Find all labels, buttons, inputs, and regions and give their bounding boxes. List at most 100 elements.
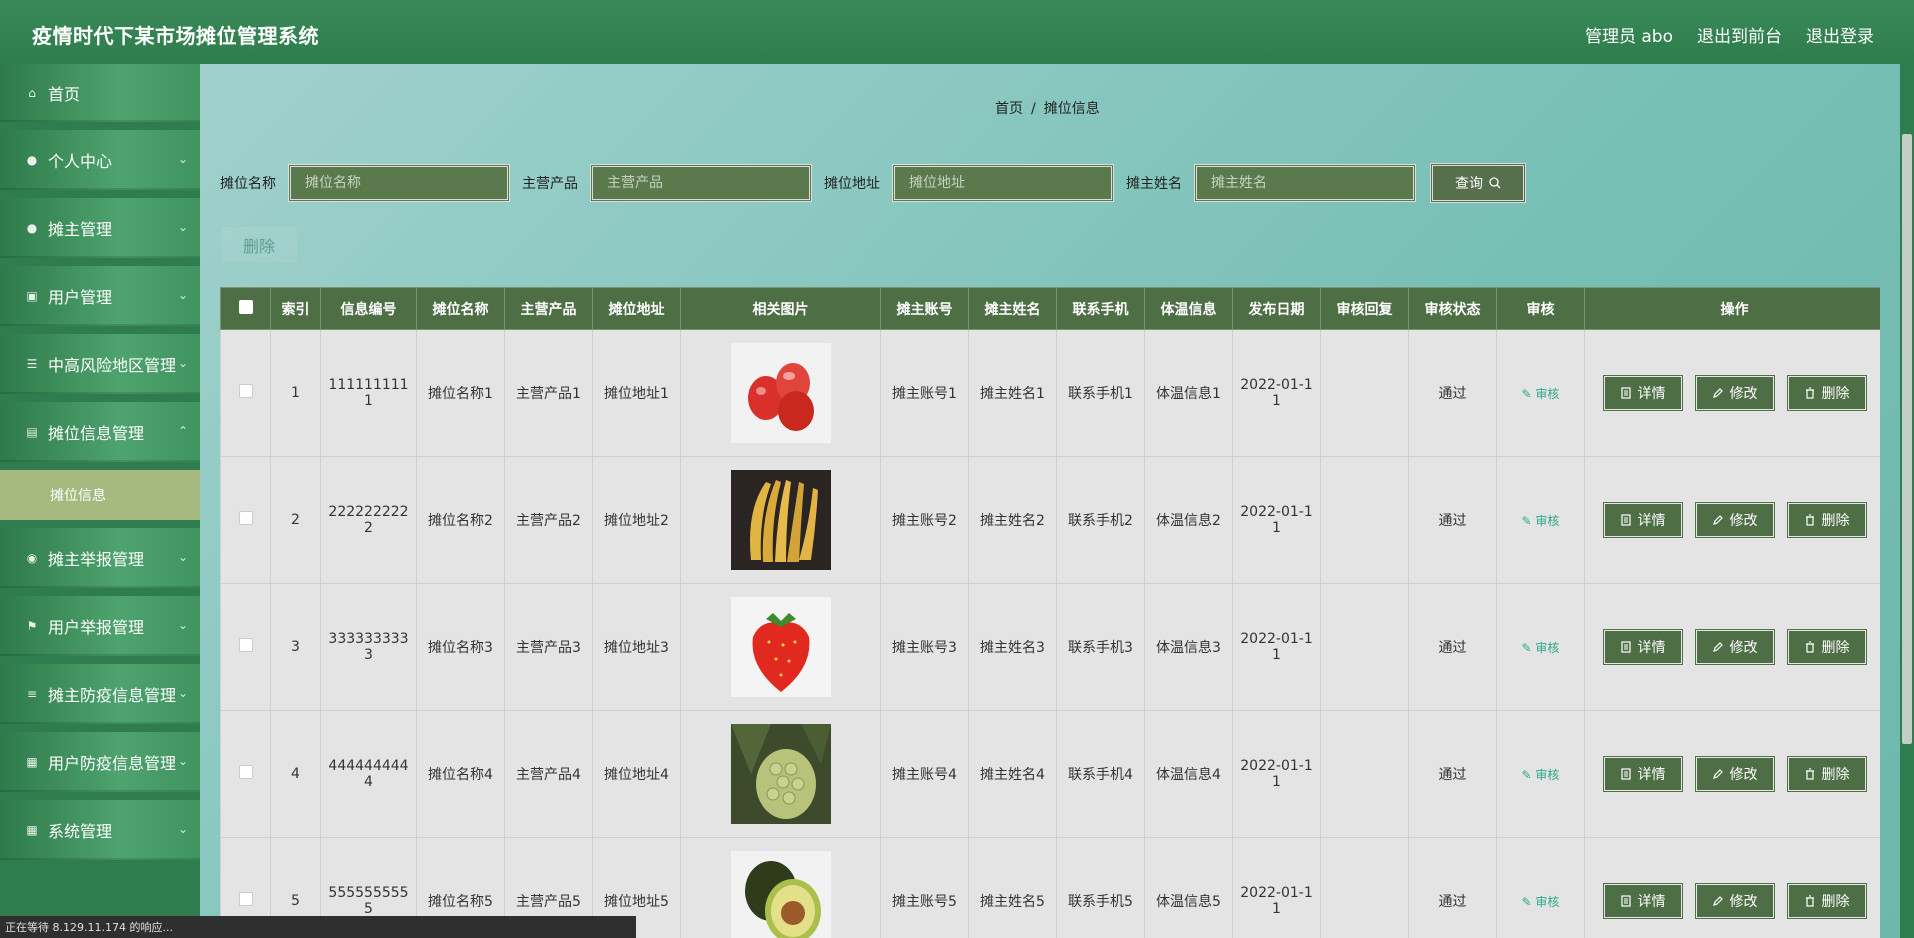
cell-temperature: 体温信息3	[1144, 583, 1233, 711]
cell-temperature: 体温信息4	[1144, 710, 1233, 838]
scrollbar-thumb[interactable]	[1902, 134, 1912, 744]
edit-button[interactable]: 修改	[1693, 374, 1776, 412]
custard-apple-image	[730, 724, 831, 824]
main-product-label: 主营产品	[522, 176, 578, 192]
sidebar-item-user-report-management[interactable]: ⚑ 用户举报管理 ⌄	[0, 596, 200, 656]
row-checkbox[interactable]	[238, 384, 253, 398]
delete-button[interactable]: 删除	[1785, 374, 1868, 412]
stall-name-input[interactable]	[288, 164, 510, 202]
delete-button[interactable]: 删除	[1785, 755, 1868, 793]
column-header: 摊主姓名	[968, 287, 1057, 330]
grid-icon: ▦	[26, 755, 38, 769]
column-header: 摊位地址	[592, 287, 681, 330]
edit-button-label: 修改	[1729, 513, 1758, 529]
sidebar-item-user-management[interactable]: ▣ 用户管理 ⌄	[0, 266, 200, 326]
select-all-header[interactable]	[220, 287, 271, 330]
audit-link[interactable]: ✎ 审核	[1522, 514, 1560, 528]
sidebar-subitem-stall-info[interactable]: 摊位信息	[0, 470, 200, 520]
sidebar-item-risk-area-management[interactable]: ☰ 中高风险地区管理 ⌄	[0, 334, 200, 394]
owner-name-input[interactable]	[1194, 164, 1416, 202]
breadcrumb-home[interactable]: 首页	[995, 101, 1023, 117]
sidebar-item-personal-center[interactable]: ● 个人中心 ⌄	[0, 130, 200, 190]
cell-product: 主营产品4	[504, 710, 593, 838]
query-button[interactable]: 查询	[1430, 163, 1526, 203]
sidebar-item-label: 用户防疫信息管理	[48, 754, 177, 773]
chevron-down-icon: ⌄	[177, 686, 188, 700]
row-checkbox[interactable]	[238, 638, 253, 652]
banana-image	[730, 470, 831, 570]
cell-code: 3333333333	[320, 583, 417, 711]
cell-reply	[1320, 329, 1409, 457]
page-scrollbar[interactable]	[1900, 64, 1914, 938]
delete-button[interactable]: 删除	[1785, 628, 1868, 666]
clipboard-icon: ▤	[26, 425, 38, 439]
cell-temperature: 体温信息5	[1144, 837, 1233, 938]
sidebar-subitem-label: 摊位信息	[50, 488, 106, 504]
stall-address-label: 摊位地址	[824, 176, 880, 192]
cell-stall-name: 摊位名称1	[416, 329, 505, 457]
delete-button-label: 删除	[1821, 513, 1850, 529]
cell-date: 2022-01-11	[1232, 837, 1321, 938]
detail-button[interactable]: 详情	[1601, 501, 1684, 539]
cell-owner: 摊主姓名1	[968, 329, 1057, 457]
delete-button-label: 删除	[1821, 386, 1850, 402]
sidebar-item-owner-epidemic-management[interactable]: ≡ 摊主防疫信息管理 ⌄	[0, 664, 200, 724]
back-to-frontend-link[interactable]: 退出到前台	[1697, 22, 1782, 47]
edit-button[interactable]: 修改	[1693, 501, 1776, 539]
top-bar: 疫情时代下某市场摊位管理系统 管理员 abo 退出到前台 退出登录	[0, 0, 1914, 64]
cell-phone: 联系手机1	[1056, 329, 1145, 457]
audit-link[interactable]: ✎ 审核	[1522, 895, 1560, 909]
document-icon	[1620, 895, 1631, 907]
detail-button[interactable]: 详情	[1601, 882, 1684, 920]
home-icon: ⌂	[28, 86, 36, 100]
row-checkbox[interactable]	[238, 892, 253, 906]
row-checkbox[interactable]	[238, 765, 253, 779]
column-header: 操作	[1584, 287, 1880, 330]
sidebar: ⌂ 首页 ● 个人中心 ⌄ ● 摊主管理 ⌄ ▣ 用户管理 ⌄ ☰ 中高风险地区…	[0, 64, 200, 938]
cell-reply	[1320, 837, 1409, 938]
cell-audit: ✎ 审核	[1496, 837, 1585, 938]
cell-owner: 摊主姓名5	[968, 837, 1057, 938]
row-checkbox[interactable]	[238, 511, 253, 525]
cell-stall-name: 摊位名称2	[416, 456, 505, 584]
flag-icon: ⚑	[26, 619, 38, 633]
query-button-label: 查询	[1455, 176, 1483, 192]
audit-link[interactable]: ✎ 审核	[1522, 387, 1560, 401]
edit-button[interactable]: 修改	[1693, 628, 1776, 666]
row-select-cell[interactable]	[220, 329, 271, 457]
cell-product: 主营产品2	[504, 456, 593, 584]
cell-reply	[1320, 456, 1409, 584]
audit-link[interactable]: ✎ 审核	[1522, 768, 1560, 782]
sidebar-item-stall-info-management[interactable]: ▤ 摊位信息管理 ⌃	[0, 402, 200, 462]
sidebar-item-owner-management[interactable]: ● 摊主管理 ⌄	[0, 198, 200, 258]
delete-button[interactable]: 删除	[1785, 882, 1868, 920]
sidebar-item-label: 摊位信息管理	[48, 424, 145, 443]
cell-code: 2222222222	[320, 456, 417, 584]
detail-button[interactable]: 详情	[1601, 628, 1684, 666]
chevron-up-icon: ⌃	[177, 424, 188, 438]
cell-address: 摊位地址1	[592, 329, 681, 457]
sidebar-item-label: 用户管理	[48, 288, 113, 307]
sidebar-item-owner-report-management[interactable]: ◉ 摊主举报管理 ⌄	[0, 528, 200, 588]
edit-button[interactable]: 修改	[1693, 755, 1776, 793]
stall-address-input[interactable]	[892, 164, 1114, 202]
chevron-down-icon: ⌄	[177, 822, 188, 836]
edit-button[interactable]: 修改	[1693, 882, 1776, 920]
row-select-cell[interactable]	[220, 456, 271, 584]
sidebar-item-home[interactable]: ⌂ 首页	[0, 64, 200, 122]
delete-button[interactable]: 删除	[1785, 501, 1868, 539]
logout-link[interactable]: 退出登录	[1806, 22, 1874, 47]
chevron-down-icon: ⌄	[177, 550, 188, 564]
row-select-cell[interactable]	[220, 583, 271, 711]
sidebar-item-system-management[interactable]: ▦ 系统管理 ⌄	[0, 800, 200, 860]
main-product-input[interactable]	[590, 164, 812, 202]
batch-delete-button[interactable]: 删除	[220, 226, 298, 264]
detail-button[interactable]: 详情	[1601, 755, 1684, 793]
detail-button[interactable]: 详情	[1601, 374, 1684, 412]
audit-link[interactable]: ✎ 审核	[1522, 641, 1560, 655]
select-all-checkbox[interactable]	[238, 299, 253, 314]
admin-user-link[interactable]: 管理员 abo	[1585, 22, 1673, 47]
sidebar-item-user-epidemic-management[interactable]: ▦ 用户防疫信息管理 ⌄	[0, 732, 200, 792]
cell-temperature: 体温信息1	[1144, 329, 1233, 457]
row-select-cell[interactable]	[220, 710, 271, 838]
